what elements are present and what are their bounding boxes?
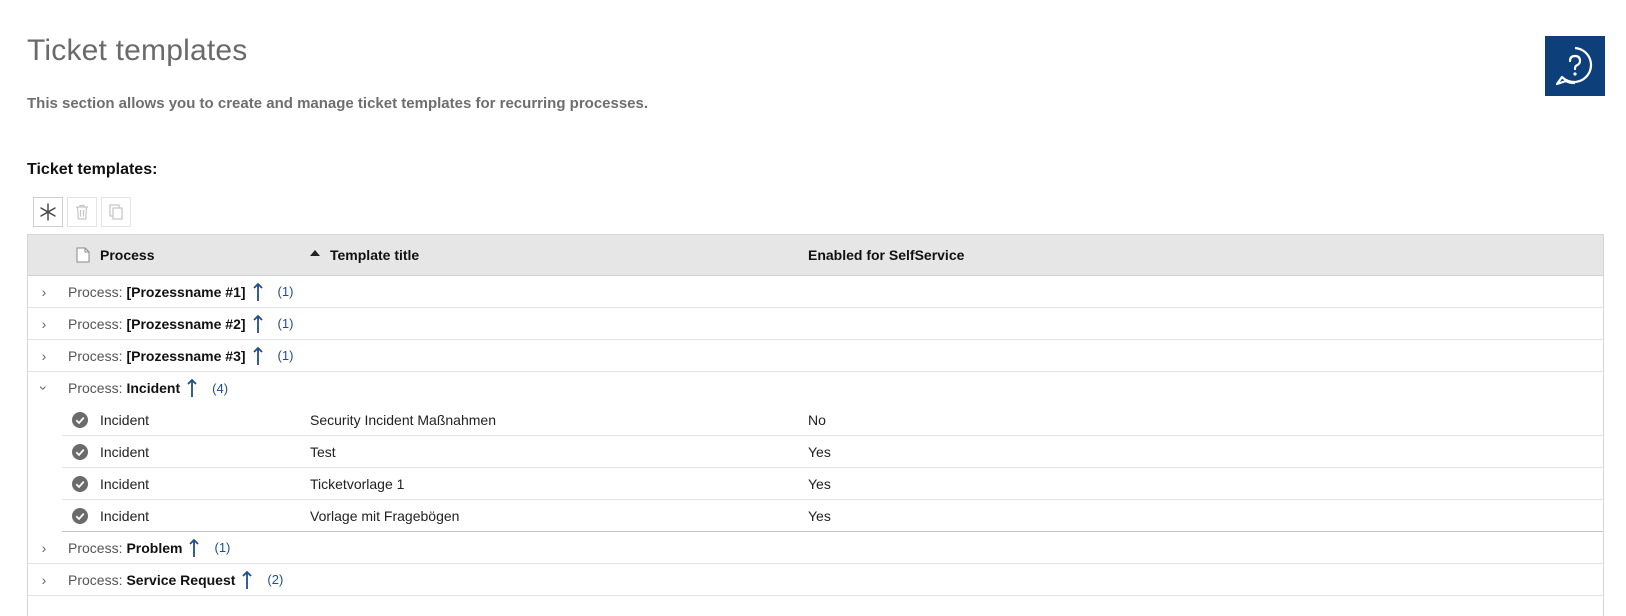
group-prefix: Process: [68, 347, 123, 364]
group-row[interactable]: › Process: Incident (4) [28, 372, 1603, 404]
toolbar [33, 197, 131, 227]
arrow-up-icon[interactable] [186, 378, 198, 398]
group-row[interactable]: › Process: Service Request (2) [28, 564, 1603, 596]
chevron-right-icon[interactable]: › [38, 540, 50, 556]
column-header-selfservice-label: Enabled for SelfService [808, 247, 965, 263]
chevron-right-icon[interactable]: › [38, 316, 50, 332]
group-count: (2) [267, 572, 284, 587]
page-title: Ticket templates [27, 34, 248, 67]
help-chat-button[interactable] [1545, 36, 1605, 96]
cell-template-title: Test [310, 443, 336, 460]
table-row[interactable]: Incident Test Yes [62, 436, 1603, 468]
check-circle-icon [72, 444, 88, 460]
page-description: This section allows you to create and ma… [27, 95, 649, 112]
group-prefix: Process: [68, 571, 123, 588]
delete-template-button[interactable] [67, 197, 97, 227]
check-circle-icon [72, 412, 88, 428]
chevron-down-icon[interactable]: › [36, 382, 52, 394]
trash-icon [76, 204, 88, 220]
column-header-process-label: Process [100, 247, 155, 263]
column-header-process[interactable]: Process [76, 235, 154, 275]
section-label: Ticket templates: [27, 161, 158, 178]
arrow-up-icon[interactable] [252, 314, 264, 334]
cell-process: Incident [100, 443, 150, 460]
templates-grid: Process Template title Enabled for SelfS… [27, 234, 1604, 616]
cell-template-title: Ticketvorlage 1 [310, 475, 405, 492]
table-row[interactable]: Incident Ticketvorlage 1 Yes [62, 468, 1603, 500]
cell-selfservice: Yes [808, 507, 831, 524]
group-name: [Prozessname #3] [126, 347, 246, 364]
group-row[interactable]: › Process: [Prozessname #2] (1) [28, 308, 1603, 340]
column-header-template-title[interactable]: Template title [310, 235, 419, 275]
sort-ascending-icon [310, 250, 320, 256]
new-template-button[interactable] [33, 197, 63, 227]
group-count: (1) [277, 348, 294, 363]
group-name: [Prozessname #2] [126, 315, 246, 332]
check-circle-icon [72, 476, 88, 492]
cell-selfservice: No [808, 411, 826, 428]
asterisk-icon [40, 203, 56, 221]
group-name: Service Request [126, 571, 236, 588]
cell-process: Incident [100, 507, 150, 524]
arrow-up-icon[interactable] [252, 282, 264, 302]
group-prefix: Process: [68, 283, 123, 300]
cell-process: Incident [100, 475, 150, 492]
cell-template-title: Vorlage mit Fragebögen [310, 507, 460, 524]
grid-header: Process Template title Enabled for SelfS… [28, 235, 1603, 276]
group-row[interactable]: › Process: Problem (1) [28, 532, 1603, 564]
document-icon [76, 247, 90, 263]
group-name: Problem [126, 539, 183, 556]
arrow-up-icon[interactable] [188, 538, 200, 558]
cell-selfservice: Yes [808, 443, 831, 460]
arrow-up-icon[interactable] [241, 570, 253, 590]
chevron-right-icon[interactable]: › [38, 572, 50, 588]
group-prefix: Process: [68, 539, 123, 556]
copy-icon [109, 204, 123, 220]
group-row[interactable]: › Process: [Prozessname #1] (1) [28, 276, 1603, 308]
cell-selfservice: Yes [808, 475, 831, 492]
cell-process: Incident [100, 411, 150, 428]
arrow-up-icon[interactable] [252, 346, 264, 366]
group-count: (1) [277, 316, 294, 331]
group-name: Incident [126, 380, 181, 396]
chevron-right-icon[interactable]: › [38, 284, 50, 300]
column-header-template-title-label: Template title [330, 247, 420, 263]
check-circle-icon [72, 508, 88, 524]
group-count: (1) [214, 540, 231, 555]
group-count: (4) [212, 380, 229, 396]
column-header-selfservice[interactable]: Enabled for SelfService [808, 235, 964, 275]
table-row[interactable]: Incident Security Incident Maßnahmen No [62, 404, 1603, 436]
cell-template-title: Security Incident Maßnahmen [310, 411, 496, 428]
chevron-right-icon[interactable]: › [38, 348, 50, 364]
group-row[interactable]: › Process: [Prozessname #3] (1) [28, 340, 1603, 372]
copy-template-button[interactable] [101, 197, 131, 227]
group-prefix: Process: [68, 315, 123, 332]
help-chat-icon [1555, 46, 1593, 86]
group-name: [Prozessname #1] [126, 283, 246, 300]
group-prefix: Process: [68, 380, 123, 396]
group-count: (1) [277, 284, 294, 299]
table-row[interactable]: Incident Vorlage mit Fragebögen Yes [62, 500, 1603, 532]
